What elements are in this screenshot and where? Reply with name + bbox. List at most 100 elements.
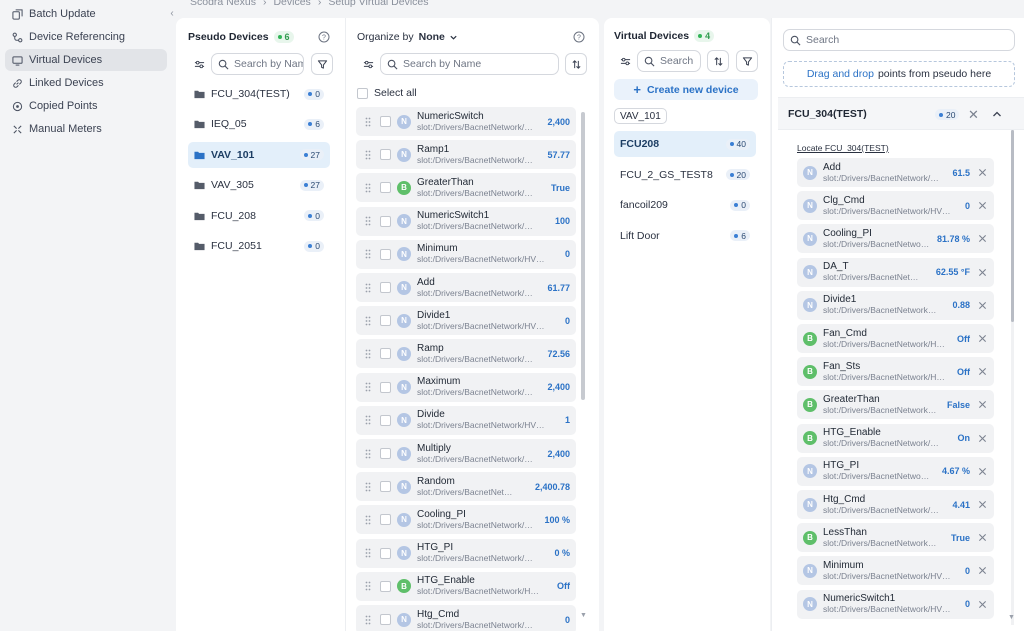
point-row[interactable]: N HTG_PI slot:/Drivers/BacnetNetwork/… 0 %	[356, 538, 576, 568]
drag-handle-icon[interactable]	[365, 216, 374, 226]
drag-handle-icon[interactable]	[365, 283, 374, 293]
drag-handle-icon[interactable]	[365, 581, 374, 591]
virtual-device-row[interactable]: Lift Door 6	[614, 223, 756, 249]
assigned-point-row[interactable]: N NumericSwitch1 slot:/Drivers/BacnetNetwo…	[797, 589, 994, 619]
create-new-device-button[interactable]: + Create new device	[614, 79, 758, 100]
point-checkbox[interactable]	[380, 348, 391, 360]
nav-item-copied-points[interactable]: Copied Points	[5, 95, 167, 117]
pseudo-device-row[interactable]: FCU_2051 0	[188, 233, 330, 259]
virtual-sort-button[interactable]	[707, 50, 729, 72]
point-row[interactable]: N NumericSwitch slot:/Drivers/BacnetNetwor…	[356, 107, 576, 136]
assigned-point-row[interactable]: N HTG_PI slot:/Drivers/BacnetNetwo… 4.67 %	[797, 456, 994, 486]
right-search-box[interactable]	[783, 29, 1015, 51]
points-sort-filter-button[interactable]	[357, 53, 379, 75]
drag-handle-icon[interactable]	[365, 349, 374, 359]
assigned-point-row[interactable]: N DA_T slot:/Drivers/BacnetNet… 62.55 °F	[797, 257, 994, 287]
locate-device-link[interactable]: Locate FCU_304(TEST)	[797, 143, 889, 153]
select-all-control[interactable]: Select all	[357, 86, 417, 100]
close-icon[interactable]: ✕	[968, 107, 979, 123]
assigned-point-row[interactable]: N Htg_Cmd slot:/Drivers/BacnetNetwork/… 4.4…	[797, 490, 994, 519]
point-checkbox[interactable]	[380, 248, 391, 260]
assigned-point-row[interactable]: N Cooling_PI slot:/Drivers/BacnetNetwo… 81.…	[797, 224, 994, 254]
assigned-point-row[interactable]: N Add slot:/Drivers/BacnetNetwork/… 61.5	[797, 158, 994, 187]
point-checkbox[interactable]	[380, 116, 391, 127]
virtual-search-box[interactable]	[637, 50, 701, 72]
point-checkbox[interactable]	[380, 182, 391, 194]
drag-handle-icon[interactable]	[365, 548, 374, 558]
points-search-input[interactable]	[403, 58, 558, 70]
scroll-down-arrow-icon[interactable]: ▼	[580, 612, 587, 619]
remove-point-icon[interactable]	[976, 299, 988, 311]
points-sort-button[interactable]	[565, 53, 587, 75]
drag-handle-icon[interactable]	[365, 183, 374, 193]
drag-handle-icon[interactable]	[365, 382, 374, 392]
collapse-sidebar-button[interactable]: ‹	[166, 6, 178, 20]
drag-handle-icon[interactable]	[365, 415, 374, 425]
point-row[interactable]: N Htg_Cmd slot:/Drivers/BacnetNetwork/… 0	[356, 605, 576, 631]
points-scrollbar[interactable]	[581, 112, 585, 400]
assigned-point-row[interactable]: N Divide1 slot:/Drivers/BacnetNetwork… 0.88	[797, 290, 994, 320]
drag-handle-icon[interactable]	[365, 150, 374, 160]
point-row[interactable]: N Divide1 slot:/Drivers/BacnetNetwork/HV… 0	[356, 306, 576, 336]
pseudo-device-row[interactable]: IEQ_05 6	[188, 111, 330, 137]
scroll-down-arrow-icon[interactable]: ▼	[1008, 614, 1015, 621]
drag-handle-icon[interactable]	[365, 482, 374, 492]
remove-point-icon[interactable]	[976, 167, 988, 179]
point-row[interactable]: B GreaterThan slot:/Drivers/BacnetNetwork/…	[356, 173, 576, 203]
point-row[interactable]: N Divide slot:/Drivers/BacnetNetwork/HV… 1	[356, 405, 576, 435]
assigned-point-row[interactable]: B HTG_Enable slot:/Drivers/BacnetNetwork/……	[797, 423, 994, 453]
point-row[interactable]: N NumericSwitch1 slot:/Drivers/BacnetNetwo…	[356, 206, 576, 236]
point-checkbox[interactable]	[380, 282, 391, 293]
nav-item-virtual-devices[interactable]: Virtual Devices	[5, 49, 167, 71]
virtual-search-input[interactable]	[660, 55, 700, 67]
assigned-point-row[interactable]: N Clg_Cmd slot:/Drivers/BacnetNetwork/HV… 0	[797, 191, 994, 221]
right-search-input[interactable]	[806, 34, 1014, 46]
remove-point-icon[interactable]	[976, 333, 988, 345]
points-search-box[interactable]	[380, 53, 559, 75]
point-checkbox[interactable]	[380, 448, 391, 459]
point-row[interactable]: N Add slot:/Drivers/BacnetNetwork/… 61.77	[356, 273, 576, 302]
remove-point-icon[interactable]	[976, 598, 988, 610]
remove-point-icon[interactable]	[976, 565, 988, 577]
point-row[interactable]: N Multiply slot:/Drivers/BacnetNetwork/… 2,…	[356, 439, 576, 468]
remove-point-icon[interactable]	[976, 499, 988, 511]
virtual-filter-button[interactable]	[736, 50, 758, 72]
remove-point-icon[interactable]	[976, 432, 988, 444]
point-checkbox[interactable]	[380, 315, 391, 327]
pseudo-search-input[interactable]	[234, 58, 303, 70]
point-checkbox[interactable]	[380, 215, 391, 227]
assigned-point-row[interactable]: B Fan_Cmd slot:/Drivers/BacnetNetwork/H… Of…	[797, 324, 994, 353]
chevron-up-icon[interactable]	[992, 109, 1002, 119]
point-checkbox[interactable]	[380, 580, 391, 592]
point-checkbox[interactable]	[380, 481, 391, 493]
remove-point-icon[interactable]	[976, 266, 988, 278]
virtual-device-row[interactable]: FCU_2_GS_TEST8 20	[614, 162, 756, 188]
point-checkbox[interactable]	[380, 547, 391, 559]
breadcrumb-item[interactable]: Scodra Nexus	[190, 0, 256, 8]
point-checkbox[interactable]	[380, 149, 391, 161]
pseudo-device-row[interactable]: FCU_208 0	[188, 203, 330, 229]
assigned-point-row[interactable]: N Minimum slot:/Drivers/BacnetNetwork/HV… 0	[797, 556, 994, 586]
right-scrollbar-thumb[interactable]	[1011, 130, 1014, 322]
point-checkbox[interactable]	[380, 614, 391, 625]
point-row[interactable]: N Ramp1 slot:/Drivers/BacnetNetwork/… 57.77	[356, 140, 576, 170]
breadcrumb-item[interactable]: Devices	[273, 0, 310, 8]
device-detail-header[interactable]: FCU_304(TEST) 20 ✕	[778, 97, 1024, 130]
assigned-point-row[interactable]: B LessThan slot:/Drivers/BacnetNetwork… Tru…	[797, 523, 994, 553]
pseudo-device-row[interactable]: FCU_304(TEST) 0	[188, 81, 330, 107]
select-all-checkbox[interactable]	[357, 87, 368, 99]
organize-by-control[interactable]: Organize by None	[357, 31, 458, 43]
help-icon[interactable]: ?	[318, 31, 330, 43]
pseudo-device-row[interactable]: VAV_305 27	[188, 172, 330, 198]
remove-point-icon[interactable]	[976, 366, 988, 378]
point-checkbox[interactable]	[380, 414, 391, 426]
point-row[interactable]: N Ramp slot:/Drivers/BacnetNetwork/… 72.56	[356, 339, 576, 369]
drag-handle-icon[interactable]	[365, 249, 374, 259]
point-checkbox[interactable]	[380, 514, 391, 526]
drag-handle-icon[interactable]	[365, 316, 374, 326]
pseudo-search-box[interactable]	[211, 53, 304, 75]
point-row[interactable]: N Maximum slot:/Drivers/BacnetNetwork/… 2,4…	[356, 372, 576, 402]
point-row[interactable]: N Minimum slot:/Drivers/BacnetNetwork/HV… 0	[356, 239, 576, 269]
point-row[interactable]: N Random slot:/Drivers/BacnetNet… 2,400.78	[356, 472, 576, 502]
remove-point-icon[interactable]	[976, 532, 988, 544]
